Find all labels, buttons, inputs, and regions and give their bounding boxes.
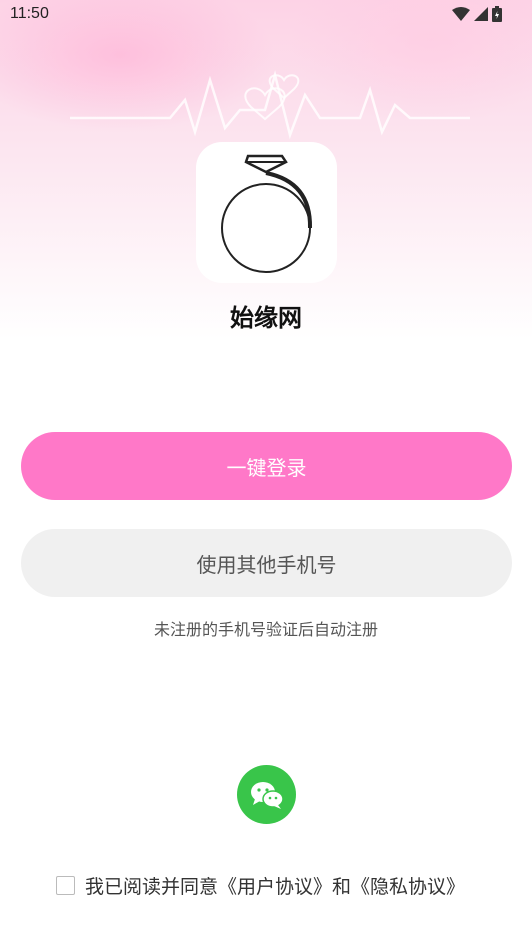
- battery-icon: [492, 6, 502, 22]
- privacy-agreement-link[interactable]: 《隐私协议》: [351, 876, 465, 898]
- agreement-checkbox[interactable]: [56, 875, 75, 895]
- agreement-text: 我已阅读并同意《用户协议》和《隐私协议》: [85, 872, 465, 899]
- agreement-prefix: 我已阅读并同意: [85, 875, 219, 898]
- user-agreement-link[interactable]: 《用户协议》: [218, 876, 332, 898]
- wechat-icon: [250, 781, 284, 809]
- app-name: 始缘网: [230, 304, 302, 332]
- register-hint: 未注册的手机号验证后自动注册: [153, 620, 378, 639]
- status-time: 11:50: [10, 5, 49, 22]
- status-icons: [452, 6, 502, 22]
- status-bar: 11:50: [0, 0, 532, 30]
- agreement-row: 我已阅读并同意《用户协议》和《隐私协议》: [56, 872, 465, 898]
- app-logo: [196, 142, 337, 283]
- other-phone-login-button[interactable]: 使用其他手机号: [21, 529, 512, 597]
- cellular-signal-icon: [474, 7, 488, 21]
- one-click-login-button[interactable]: 一键登录: [21, 432, 512, 500]
- agreement-and: 和: [332, 875, 352, 898]
- wifi-icon: [452, 7, 470, 21]
- heartbeat-decoration: [70, 70, 470, 140]
- wechat-login-button[interactable]: [237, 765, 296, 824]
- diamond-ring-icon: [221, 154, 313, 273]
